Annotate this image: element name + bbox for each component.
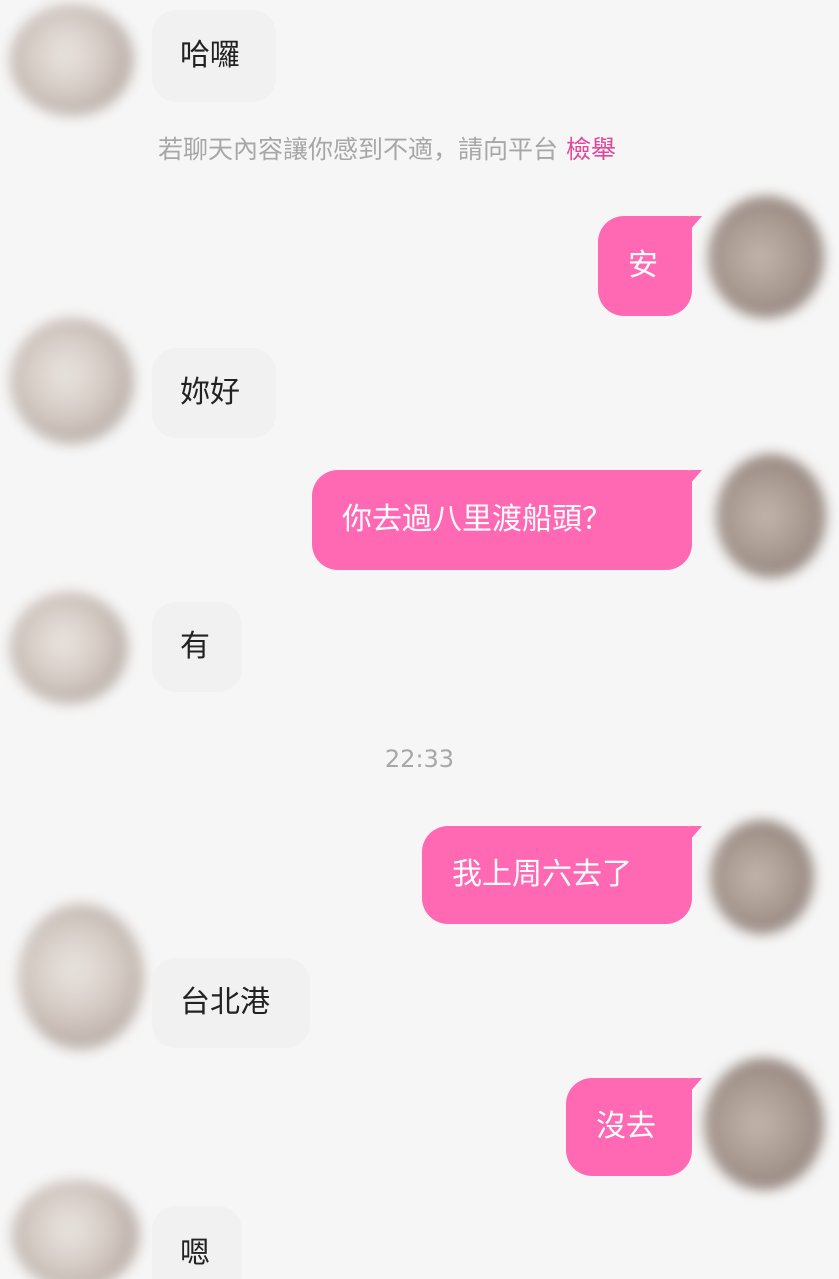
message-text: 我上周六去了 [452, 857, 632, 892]
safety-notice-text: 若聊天內容讓你感到不適，請向平台 [158, 135, 559, 164]
chat-view: 哈囉 若聊天內容讓你感到不適，請向平台 檢舉 安 妳好 你去過八里渡船頭？ 有 … [0, 0, 839, 1279]
safety-notice: 若聊天內容讓你感到不適，請向平台 檢舉 [158, 130, 616, 166]
outgoing-message-bubble[interactable]: 你去過八里渡船頭？ [312, 470, 702, 570]
my-avatar[interactable] [710, 820, 814, 934]
incoming-message-bubble[interactable]: 嗯 [152, 1206, 242, 1279]
contact-avatar[interactable] [10, 4, 134, 116]
incoming-message-bubble[interactable]: 哈囉 [152, 10, 276, 102]
message-text: 沒去 [596, 1109, 656, 1144]
my-avatar[interactable] [704, 1058, 824, 1190]
outgoing-message-bubble[interactable]: 我上周六去了 [422, 826, 702, 924]
outgoing-message-bubble[interactable]: 安 [598, 216, 702, 316]
message-text: 哈囉 [180, 38, 240, 73]
my-avatar[interactable] [716, 454, 826, 578]
message-text: 安 [628, 248, 658, 283]
outgoing-message-bubble[interactable]: 沒去 [566, 1078, 702, 1176]
incoming-message-bubble[interactable]: 台北港 [152, 958, 310, 1048]
contact-avatar[interactable] [10, 592, 128, 704]
contact-avatar[interactable] [12, 1180, 140, 1279]
message-text: 你去過八里渡船頭？ [342, 502, 612, 537]
report-link[interactable]: 檢舉 [566, 135, 616, 164]
message-text: 有 [180, 629, 210, 664]
incoming-message-bubble[interactable]: 妳好 [152, 348, 276, 438]
message-text: 嗯 [180, 1236, 210, 1271]
incoming-message-bubble[interactable]: 有 [152, 602, 242, 692]
message-text: 妳好 [180, 375, 240, 410]
timestamp: 22:33 [384, 745, 455, 773]
contact-avatar[interactable] [10, 318, 134, 444]
message-text: 台北港 [180, 985, 270, 1020]
my-avatar[interactable] [708, 196, 824, 318]
contact-avatar[interactable] [18, 904, 144, 1050]
